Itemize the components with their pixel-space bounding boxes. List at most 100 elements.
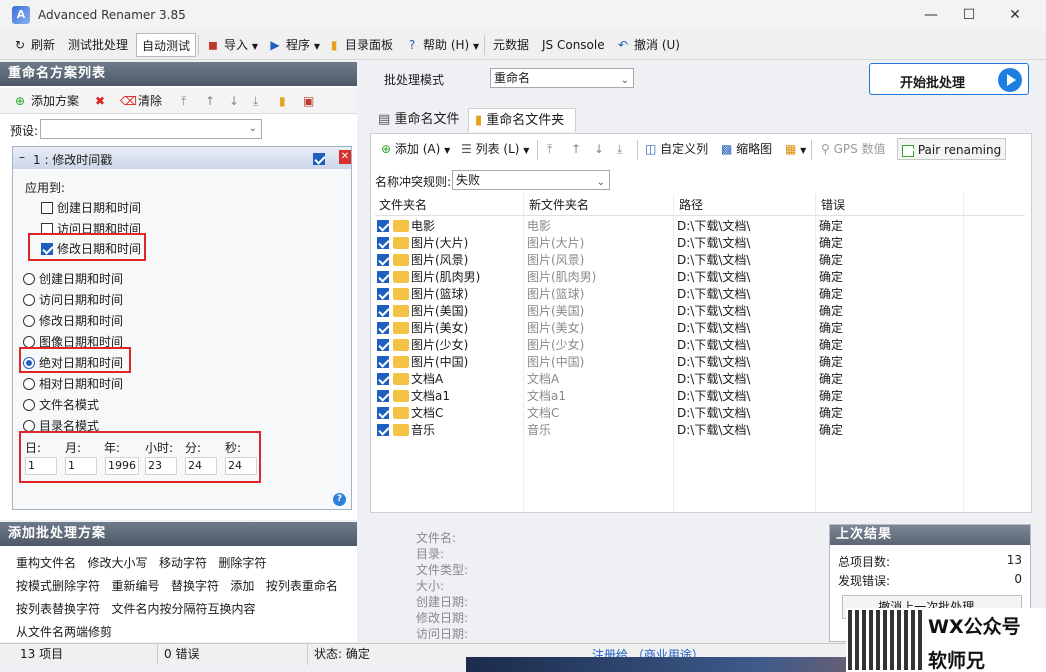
row-checkbox[interactable] — [377, 270, 389, 283]
method-link[interactable]: 移动字符 — [159, 556, 207, 570]
apply-create-checkbox[interactable]: 创建日期和时间 — [41, 199, 141, 216]
method-link[interactable]: 删除字符 — [218, 556, 266, 570]
table-row[interactable]: 文档a1 文档a1 D:\下载\文档\ 确定 — [375, 388, 1025, 405]
row-checkbox[interactable] — [377, 287, 389, 300]
row-checkbox[interactable] — [377, 355, 389, 368]
table-row[interactable]: 文档A 文档A D:\下载\文档\ 确定 — [375, 371, 1025, 388]
row-checkbox[interactable] — [377, 304, 389, 317]
collapse-icon[interactable]: – — [19, 150, 25, 164]
list-button[interactable]: ☰ 列表 (L) ▼ — [457, 138, 533, 160]
source-radio-absolute[interactable]: 绝对日期和时间 — [23, 354, 123, 371]
row-checkbox[interactable] — [377, 321, 389, 334]
metadata-button[interactable]: 元数据 — [488, 33, 534, 57]
save-icon[interactable]: ▣ — [298, 89, 319, 113]
maximize-icon[interactable]: ☐ — [946, 0, 992, 30]
table-row[interactable]: 图片(美女) 图片(美女) D:\下载\文档\ 确定 — [375, 320, 1025, 337]
table-row[interactable]: 图片(篮球) 图片(篮球) D:\下载\文档\ 确定 — [375, 286, 1025, 303]
custom-columns-button[interactable]: ◫ 自定义列 — [641, 138, 712, 160]
method-link[interactable]: 文件名内按分隔符互换内容 — [111, 602, 255, 616]
move-top-icon[interactable]: ⤒ — [543, 138, 556, 160]
year-label: 年: — [104, 441, 121, 455]
minute-field[interactable]: 24 — [185, 457, 217, 475]
hour-field[interactable]: 23 — [145, 457, 177, 475]
gps-button[interactable]: ⚲ GPS 数值 — [817, 138, 890, 160]
move-bottom-icon[interactable]: ⤓ — [613, 138, 626, 160]
row-checkbox[interactable] — [377, 423, 389, 436]
table-row[interactable]: 图片(美国) 图片(美国) D:\下载\文档\ 确定 — [375, 303, 1025, 320]
second-field[interactable]: 24 — [225, 457, 257, 475]
view-mode-button[interactable]: ▦ ▼ — [781, 138, 810, 160]
batch-mode-select[interactable]: 重命名 ⌄ — [490, 68, 634, 88]
conflict-rule-select[interactable]: 失败 ⌄ — [452, 170, 610, 190]
table-row[interactable]: 图片(风景) 图片(风景) D:\下载\文档\ 确定 — [375, 252, 1025, 269]
table-row[interactable]: 音乐 音乐 D:\下载\文档\ 确定 — [375, 422, 1025, 439]
method-enabled-checkbox[interactable] — [313, 152, 325, 165]
month-field[interactable]: 1 — [65, 457, 97, 475]
source-radio-create[interactable]: 创建日期和时间 — [23, 270, 123, 287]
source-radio-filename-pattern[interactable]: 文件名模式 — [23, 396, 99, 413]
source-radio-modify[interactable]: 修改日期和时间 — [23, 312, 123, 329]
program-button[interactable]: ▶ 程序 ▼ — [263, 33, 325, 57]
pair-renaming-toggle[interactable]: Pair renaming — [897, 138, 1007, 160]
table-row[interactable]: 图片(大片) 图片(大片) D:\下载\文档\ 确定 — [375, 235, 1025, 252]
move-top-icon[interactable]: ⤒ — [176, 89, 191, 113]
clear-button[interactable]: ⌫清除 — [115, 89, 167, 113]
preset-select[interactable]: ⌄ — [40, 119, 262, 139]
open-folder-icon[interactable]: ▮ — [274, 89, 291, 113]
day-field[interactable]: 1 — [25, 457, 57, 475]
row-checkbox[interactable] — [377, 389, 389, 402]
import-button[interactable]: ◼ 导入 ▼ — [201, 33, 263, 57]
source-radio-relative[interactable]: 相对日期和时间 — [23, 375, 123, 392]
row-checkbox[interactable] — [377, 219, 389, 232]
row-checkbox[interactable] — [377, 338, 389, 351]
move-down-icon[interactable]: ↓ — [224, 89, 244, 113]
table-row[interactable]: 文档C 文档C D:\下载\文档\ 确定 — [375, 405, 1025, 422]
table-row[interactable]: 图片(少女) 图片(少女) D:\下载\文档\ 确定 — [375, 337, 1025, 354]
apply-modify-checkbox[interactable]: 修改日期和时间 — [41, 240, 141, 257]
js-console-button[interactable]: JS Console — [537, 33, 610, 57]
method-link[interactable]: 按列表重命名 — [266, 579, 338, 593]
delete-method-icon[interactable]: ✖ — [90, 89, 110, 113]
row-checkbox[interactable] — [377, 406, 389, 419]
source-radio-access[interactable]: 访问日期和时间 — [23, 291, 123, 308]
move-up-icon[interactable]: ↑ — [567, 138, 585, 160]
column-header[interactable]: 新文件夹名 — [525, 194, 589, 216]
table-row[interactable]: 图片(中国) 图片(中国) D:\下载\文档\ 确定 — [375, 354, 1025, 371]
row-checkbox[interactable] — [377, 236, 389, 249]
dir-panel-button[interactable]: ▮ 目录面板 — [322, 33, 398, 57]
method-link[interactable]: 按列表替换字符 — [16, 602, 100, 616]
method-link[interactable]: 添加 — [230, 579, 254, 593]
add-button[interactable]: ⊕ 添加 (A) ▼ — [377, 138, 454, 160]
method-link[interactable]: 重构文件名 — [16, 556, 76, 570]
row-checkbox[interactable] — [377, 372, 389, 385]
tab-rename-files[interactable]: ▤ 重命名文件 — [372, 108, 468, 132]
move-down-icon[interactable]: ↓ — [590, 138, 608, 160]
method-link[interactable]: 修改大小写 — [87, 556, 147, 570]
row-checkbox[interactable] — [377, 253, 389, 266]
test-batch-button[interactable]: 测试批处理 — [63, 33, 133, 57]
year-field[interactable]: 1996 — [105, 457, 139, 475]
thumbnail-button[interactable]: ▩ 缩略图 — [717, 138, 776, 160]
column-header[interactable]: 文件夹名 — [375, 194, 427, 216]
method-link[interactable]: 从文件名两端修剪 — [16, 625, 112, 639]
refresh-button[interactable]: ↻ 刷新 — [8, 33, 60, 57]
table-row[interactable]: 图片(肌肉男) 图片(肌肉男) D:\下载\文档\ 确定 — [375, 269, 1025, 286]
column-header[interactable]: 错误 — [817, 194, 845, 216]
auto-test-button[interactable]: 自动测试 — [136, 33, 197, 57]
close-icon[interactable]: ✕ — [992, 0, 1038, 30]
start-batch-button[interactable]: 开始批处理 — [869, 63, 1029, 95]
help-icon[interactable]: ? — [333, 493, 346, 506]
method-link[interactable]: 按模式删除字符 — [16, 579, 100, 593]
method-card-header[interactable]: – 1 : 修改时间戳 ✕ — [13, 147, 351, 169]
move-up-icon[interactable]: ↑ — [200, 89, 220, 113]
method-link[interactable]: 替换字符 — [171, 579, 219, 593]
move-bottom-icon[interactable]: ⤓ — [248, 89, 263, 113]
tab-rename-folders[interactable]: ▮ 重命名文件夹 — [468, 108, 576, 132]
add-method-button[interactable]: ⊕ 添加方案 — [8, 89, 84, 113]
table-row[interactable]: 电影 电影 D:\下载\文档\ 确定 — [375, 218, 1025, 235]
remove-method-icon[interactable]: ✕ — [339, 150, 351, 164]
column-header[interactable]: 路径 — [675, 194, 703, 216]
method-link[interactable]: 重新编号 — [111, 579, 159, 593]
help-button[interactable]: ? 帮助 (H) ▼ — [400, 33, 484, 57]
undo-button[interactable]: ↶ 撤消 (U) — [611, 33, 685, 57]
